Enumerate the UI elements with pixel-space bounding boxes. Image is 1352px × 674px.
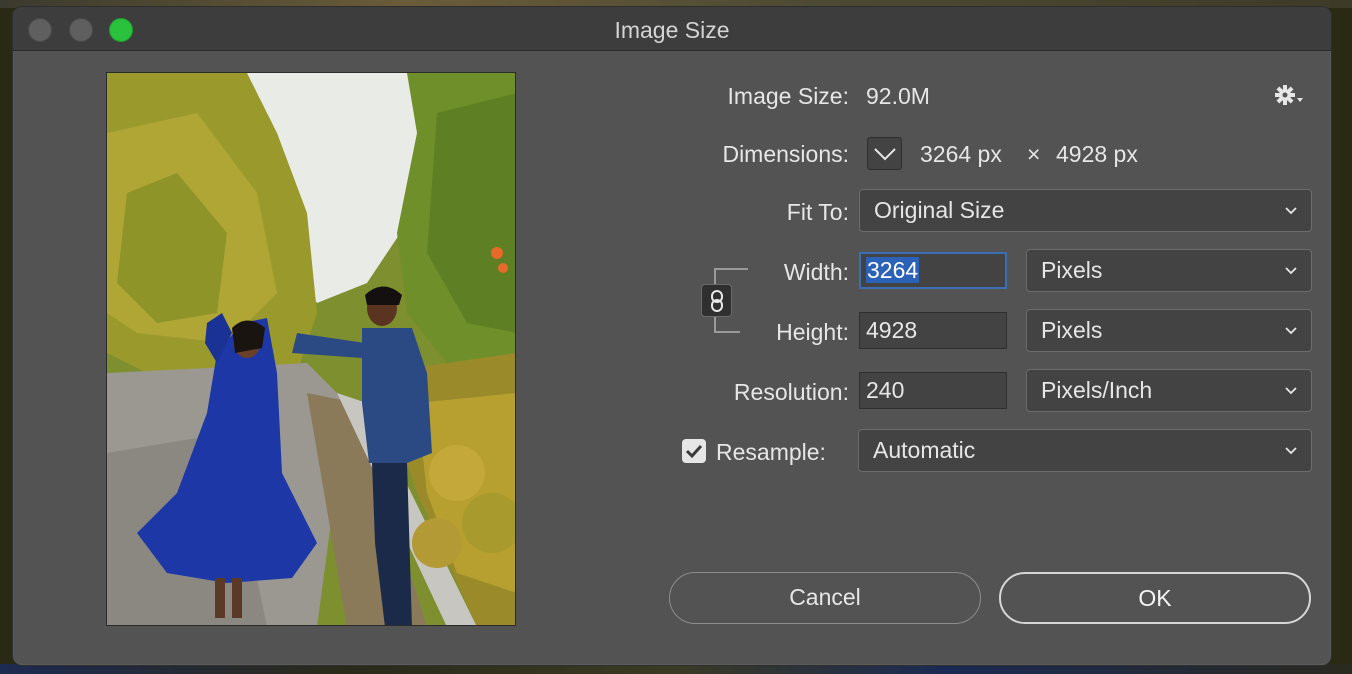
link-icon — [711, 290, 723, 312]
chevron-down-icon — [1285, 267, 1297, 275]
resample-checkbox[interactable] — [682, 439, 706, 463]
ok-button[interactable]: OK — [999, 572, 1311, 624]
cancel-button[interactable]: Cancel — [669, 572, 981, 624]
window-title: Image Size — [614, 17, 730, 43]
fit-to-value: Original Size — [874, 197, 1005, 223]
width-unit-value: Pixels — [1041, 257, 1103, 283]
resolution-input[interactable]: 240 — [859, 372, 1007, 409]
chevron-down-icon — [1285, 207, 1297, 215]
width-input[interactable]: 3264 — [859, 252, 1007, 289]
preview-photo — [107, 73, 515, 625]
image-preview[interactable] — [106, 72, 516, 626]
resolution-unit-select[interactable]: Pixels/Inch — [1026, 369, 1312, 412]
resample-method-value: Automatic — [873, 437, 976, 463]
chevron-down-icon — [1285, 387, 1297, 395]
resample-method-select[interactable]: Automatic — [858, 429, 1312, 472]
fit-to-select[interactable]: Original Size — [859, 189, 1312, 232]
height-label: Height: — [776, 319, 849, 345]
image-size-label: Image Size: — [727, 83, 849, 109]
gear-icon[interactable] — [1273, 83, 1307, 109]
image-size-value: 92.0M — [866, 83, 930, 109]
image-size-dialog: Image Size Image Size: 92.0M Dimensions:… — [12, 6, 1332, 666]
constrain-proportions-button[interactable] — [701, 284, 732, 317]
resolution-unit-value: Pixels/Inch — [1041, 377, 1153, 403]
chevron-down-icon — [874, 148, 896, 161]
fit-to-label: Fit To: — [786, 199, 849, 225]
dimensions-height-value: 4928 px — [1056, 141, 1138, 167]
dimensions-label: Dimensions: — [722, 141, 849, 167]
width-value: 3264 — [866, 257, 920, 283]
chevron-down-icon — [1285, 327, 1297, 335]
dimensions-toggle-button[interactable] — [867, 137, 902, 170]
title-bar: Image Size — [13, 7, 1331, 51]
dimensions-width-value: 3264 px — [920, 141, 1002, 167]
resample-label[interactable]: Resample: — [716, 439, 826, 466]
checkmark-icon — [685, 444, 703, 459]
height-unit-value: Pixels — [1041, 317, 1103, 343]
width-label: Width: — [783, 259, 849, 285]
width-unit-select[interactable]: Pixels — [1026, 249, 1312, 292]
resolution-label: Resolution: — [733, 379, 849, 405]
height-unit-select[interactable]: Pixels — [1026, 309, 1312, 352]
height-input[interactable]: 4928 — [859, 312, 1007, 349]
chevron-down-icon — [1285, 447, 1297, 455]
dimensions-times-sign: × — [1027, 141, 1041, 167]
